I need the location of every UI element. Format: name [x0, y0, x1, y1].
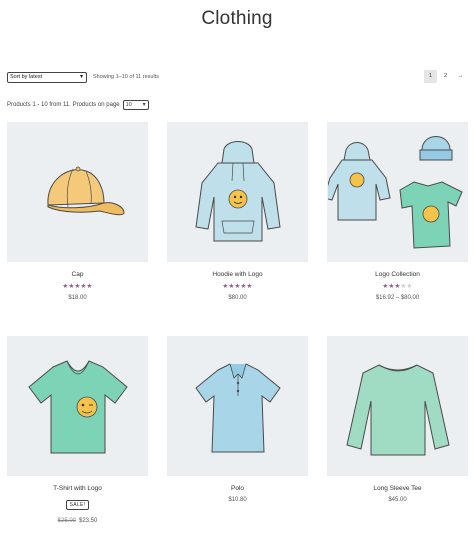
product-name[interactable]: T-Shirt with Logo: [7, 484, 148, 493]
product-image[interactable]: [167, 122, 308, 262]
page-2-link[interactable]: 2: [439, 70, 452, 83]
old-price: $25.00: [57, 518, 76, 524]
product-price: $25.00 $23.50: [7, 517, 148, 525]
tshirt-icon: [27, 360, 128, 454]
product-image[interactable]: [327, 336, 468, 476]
product-price: $16.92 – $80.00: [375, 295, 420, 301]
product-price: $45.00: [388, 497, 407, 503]
star-rating: ★★★★★: [167, 282, 308, 291]
page-1-link[interactable]: 1: [424, 70, 437, 83]
product-card[interactable]: Long Sleeve Tee $45.00: [327, 336, 468, 504]
hoodie-icon: [194, 141, 281, 242]
next-page-icon[interactable]: →: [454, 70, 467, 83]
product-card[interactable]: Polo $10.80: [167, 336, 308, 504]
star-icons-empty: ★★: [400, 283, 413, 290]
cap-icon: [46, 166, 125, 216]
result-count: Showing 1–10 of 11 results: [93, 74, 159, 80]
sort-select[interactable]: Sort by latest ▾: [7, 72, 87, 83]
product-name[interactable]: Logo Collection: [327, 270, 468, 279]
polo-icon: [194, 363, 281, 453]
per-page-select[interactable]: 10 ▾: [122, 100, 149, 110]
star-rating: ★★★★★: [7, 282, 148, 291]
product-image[interactable]: [167, 336, 308, 476]
page-title: Clothing: [201, 8, 273, 29]
product-image[interactable]: [7, 122, 148, 262]
sale-badge: SALE!: [65, 500, 90, 510]
product-price: $10.80: [228, 497, 247, 503]
product-name[interactable]: Polo: [167, 484, 308, 493]
product-card[interactable]: Hoodie with Logo ★★★★★ $80.00: [167, 122, 308, 302]
pagination: 1 2 →: [424, 70, 467, 83]
long-sleeve-icon: [345, 364, 450, 456]
star-icons: ★★★★★: [62, 283, 93, 290]
chevron-down-icon: ▾: [142, 102, 146, 108]
product-name[interactable]: Long Sleeve Tee: [327, 484, 468, 493]
star-icons: ★★★★★: [222, 283, 253, 290]
product-image[interactable]: [327, 122, 468, 262]
logo-collection-icon: [327, 136, 463, 249]
product-name[interactable]: Cap: [7, 270, 148, 279]
shop-toolbar: Sort by latest ▾ Showing 1–10 of 11 resu…: [7, 70, 467, 84]
per-page-label: Products 1 - 10 from 11. Products on pag…: [7, 102, 120, 108]
product-name[interactable]: Hoodie with Logo: [167, 270, 308, 279]
per-page-row: Products 1 - 10 from 11. Products on pag…: [7, 100, 149, 110]
product-price: $80.00: [228, 295, 247, 301]
sort-select-value: Sort by latest: [10, 74, 43, 80]
product-card[interactable]: Cap ★★★★★ $18.00: [7, 122, 148, 302]
per-page-value: 10: [125, 102, 132, 108]
star-icons-filled: ★★★: [382, 283, 401, 290]
product-image[interactable]: [7, 336, 148, 476]
product-card[interactable]: T-Shirt with Logo SALE! $25.00 $23.50: [7, 336, 148, 525]
product-card[interactable]: Logo Collection ★★★★★ $16.92 – $80.00: [327, 122, 468, 302]
star-rating: ★★★★★: [327, 282, 468, 291]
sale-price: $23.50: [79, 518, 98, 524]
product-price: $18.00: [68, 295, 87, 301]
chevron-down-icon: ▾: [79, 74, 83, 80]
